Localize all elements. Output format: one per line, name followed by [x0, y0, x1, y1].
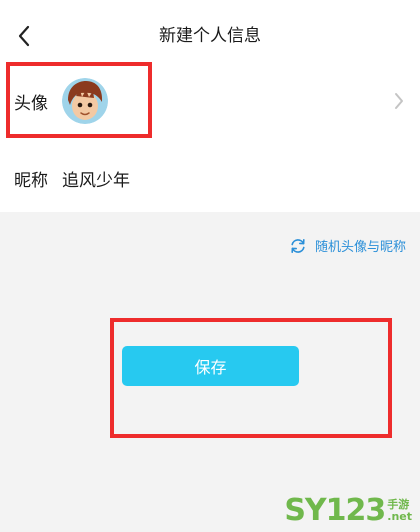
watermark-main: SY123: [284, 493, 386, 528]
nickname-value[interactable]: 追风少年: [62, 166, 130, 191]
highlight-box-avatar: [6, 62, 152, 138]
random-label: 随机头像与昵称: [314, 240, 406, 255]
page-title: 新建个人信息: [159, 26, 261, 46]
watermark-logo: SY123 手游 .net: [284, 493, 412, 528]
refresh-icon: [291, 238, 305, 253]
random-avatar-nickname-link[interactable]: 随机头像与昵称: [289, 236, 406, 255]
watermark-side-top: 手游: [387, 497, 410, 511]
watermark-side-bottom: .net: [387, 509, 412, 523]
nickname-label: 昵称: [14, 171, 48, 191]
highlight-box-save: [110, 318, 392, 438]
watermark-side: 手游 .net: [387, 497, 412, 523]
chevron-right-icon: [395, 93, 403, 109]
nickname-row[interactable]: 昵称 追风少年: [0, 158, 420, 198]
